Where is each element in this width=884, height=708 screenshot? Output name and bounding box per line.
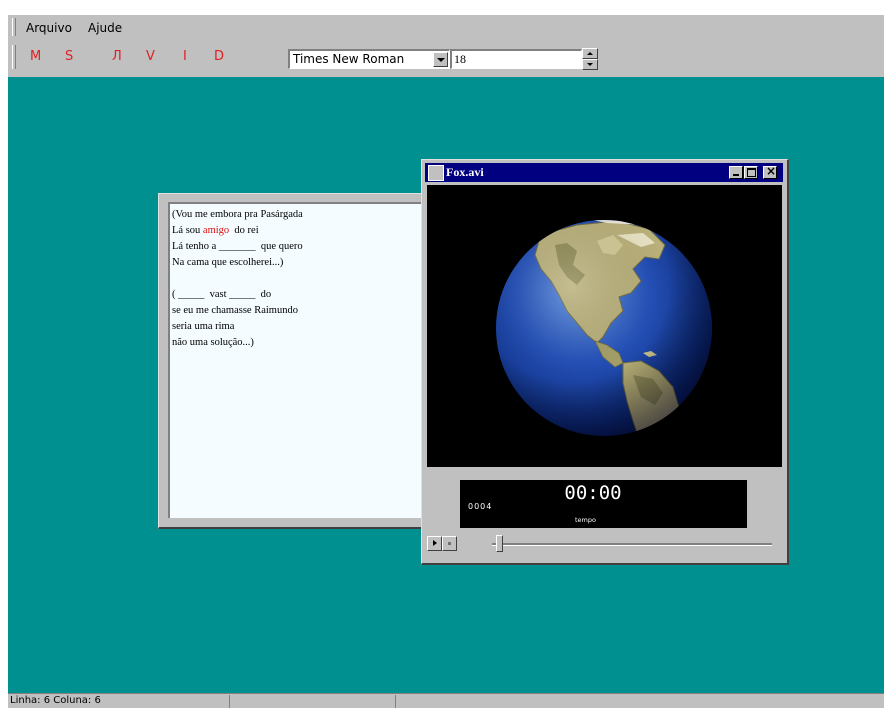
play-button[interactable]: [427, 536, 442, 551]
highlighted-word[interactable]: amigo: [203, 225, 229, 236]
frame-counter: 0004: [468, 502, 493, 511]
document-editor[interactable]: (Vou me embora pra Pasárgada Lá sou amig…: [168, 202, 438, 518]
poem-line: não uma solução...): [172, 337, 254, 348]
format-button-l[interactable]: Л: [112, 49, 122, 64]
menubar-grip: [12, 18, 16, 36]
cursor-position: Linha: 6 Coluna: 6: [8, 695, 230, 708]
poem-line: Lá tenho a _______ que quero: [172, 241, 303, 252]
time-label: tempo: [575, 516, 596, 524]
format-button-i[interactable]: I: [183, 49, 187, 64]
media-player-window: Fox.avi × 0004 00:00 tempo: [421, 159, 789, 565]
font-name-value: Times New Roman: [293, 52, 405, 66]
stop-button[interactable]: [442, 536, 457, 551]
chevron-down-icon[interactable]: [433, 52, 448, 67]
font-size-input[interactable]: 18: [450, 49, 582, 69]
poem-text: do rei: [229, 225, 259, 236]
menubar: Arquivo Ajude: [8, 15, 884, 39]
format-button-d[interactable]: D: [214, 49, 224, 64]
close-icon[interactable]: [763, 164, 777, 179]
time-display: 00:00: [564, 482, 622, 504]
poem-line: (Vou me embora pra Pasárgada: [172, 209, 303, 220]
document-window: (Vou me embora pra Pasárgada Lá sou amig…: [158, 193, 438, 529]
maximize-icon[interactable]: [744, 166, 758, 179]
poem-line: Lá sou amigo do rei: [172, 224, 259, 237]
font-size-stepper[interactable]: [582, 48, 598, 70]
format-button-s[interactable]: S: [65, 49, 73, 64]
spin-down-icon[interactable]: [582, 59, 598, 70]
playback-status-panel: 0004 00:00 tempo: [460, 480, 747, 528]
poem-text: Lá sou: [172, 225, 203, 236]
font-name-select[interactable]: Times New Roman: [288, 49, 450, 69]
status-pane-empty: [396, 695, 884, 708]
toolbar-grip: [12, 45, 16, 69]
poem-line: se eu me chamasse Raimundo: [172, 305, 298, 316]
earth-globe-image: [496, 220, 712, 436]
player-title: Fox.avi: [446, 165, 484, 179]
app-window: Arquivo Ajude M S Л V I D Times New Roma…: [8, 15, 884, 708]
seek-slider-thumb[interactable]: [496, 535, 503, 552]
menu-arquivo[interactable]: Arquivo: [26, 21, 72, 35]
format-button-v[interactable]: V: [146, 49, 155, 64]
statusbar: Linha: 6 Coluna: 6: [8, 693, 884, 708]
minimize-icon[interactable]: [729, 166, 743, 179]
poem-line: seria uma rima: [172, 321, 235, 332]
video-area: [427, 185, 782, 467]
spin-up-icon[interactable]: [582, 48, 598, 59]
menu-ajude[interactable]: Ajude: [88, 21, 122, 35]
poem-line: Na cama que escolherei...): [172, 257, 284, 268]
format-button-m[interactable]: M: [30, 49, 41, 64]
seek-slider-track[interactable]: [492, 543, 772, 546]
media-player-icon: [428, 165, 444, 181]
font-size-value: 18: [454, 52, 466, 66]
workspace: (Vou me embora pra Pasárgada Lá sou amig…: [8, 77, 884, 693]
poem-line: ( _____ vast _____ do: [172, 289, 272, 300]
player-titlebar[interactable]: Fox.avi: [425, 163, 783, 182]
status-pane-empty: [230, 695, 396, 708]
toolbar: M S Л V I D Times New Roman 18: [8, 39, 884, 77]
